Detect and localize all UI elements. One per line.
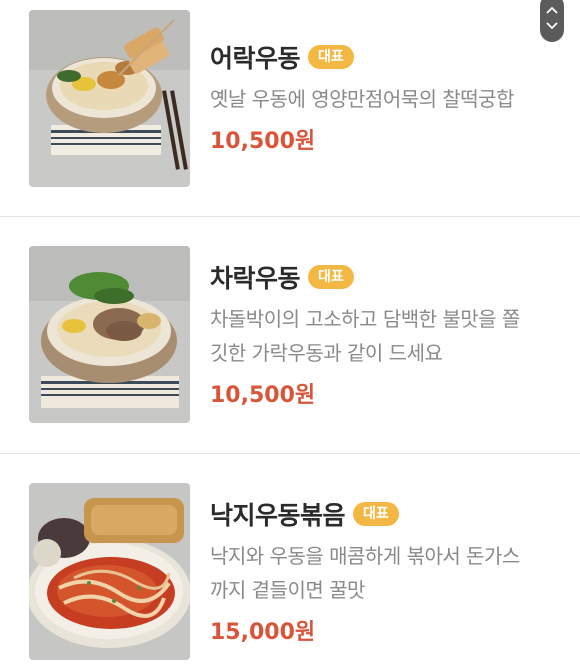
menu-item-description: 옛날 우동에 영양만점어묵의 찰떡궁합 (210, 87, 514, 111)
menu-item-description: 차돌박이의 고소하고 담백한 불맛을 쫄 깃한 가락우동과 같이 드세요 (210, 307, 520, 365)
chevron-up-icon[interactable] (546, 6, 558, 14)
menu-item-name: 낙지우동볶음 (210, 501, 346, 530)
signature-badge: 대표 (308, 265, 354, 289)
menu-item-price: 15,000원 (210, 620, 316, 645)
chevron-down-icon[interactable] (546, 22, 558, 30)
scroll-control[interactable] (540, 0, 564, 42)
menu-item-charak-udon[interactable]: 차락우동 대표 차돌박이의 고소하고 담백한 불맛을 쫄 깃한 가락우동과 같이… (0, 217, 580, 453)
menu-item-nakji-udon-bokkeum[interactable]: 낙지우동볶음 대표 낙지와 우동을 매콤하게 볶아서 돈가스 까지 곁들이면 꿀… (0, 454, 580, 670)
menu-item-photo[interactable] (29, 10, 190, 187)
menu-item-price: 10,500원 (210, 129, 316, 154)
menu-item-name: 어락우동 (210, 44, 301, 73)
signature-badge: 대표 (308, 45, 354, 69)
signature-badge: 대표 (353, 502, 399, 526)
menu-item-description: 낙지와 우동을 매콤하게 볶아서 돈가스 까지 곁들이면 꿀맛 (210, 544, 520, 602)
menu-item-eorak-udon[interactable]: 어락우동 대표 옛날 우동에 영양만점어묵의 찰떡궁합 10,500원 (0, 0, 580, 217)
menu-item-photo[interactable] (29, 483, 190, 660)
menu-list: 어락우동 대표 옛날 우동에 영양만점어묵의 찰떡궁합 10,500원 차락우동… (0, 0, 580, 670)
menu-item-name: 차락우동 (210, 264, 301, 293)
menu-item-photo[interactable] (29, 246, 190, 423)
menu-item-price: 10,500원 (210, 383, 316, 408)
